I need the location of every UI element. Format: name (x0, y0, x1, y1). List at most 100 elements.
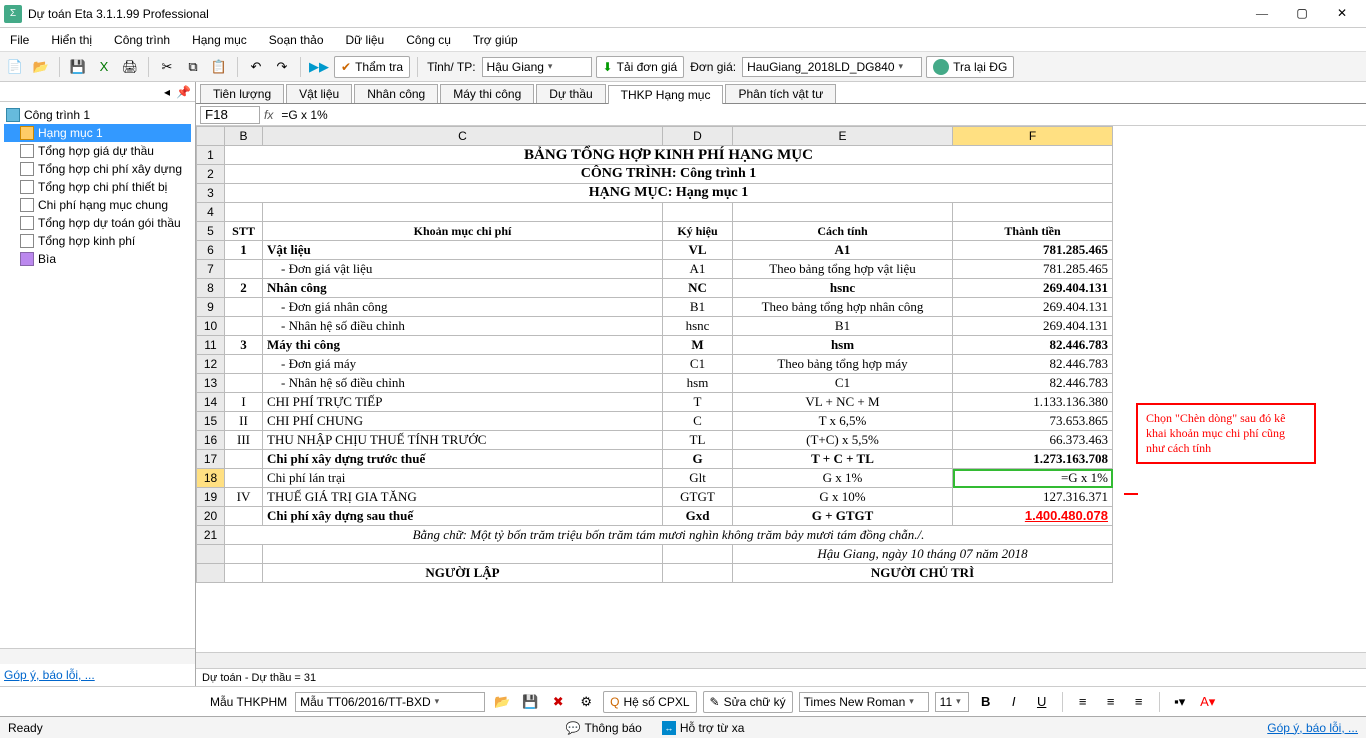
table-row[interactable]: 16IIITHU NHẬP CHỊU THUẾ TÍNH TRƯỚCTL(T+C… (197, 431, 1113, 450)
menu-Hạng mục[interactable]: Hạng mục (188, 31, 251, 49)
table-row[interactable]: 9 - Đơn giá nhân côngB1Theo bảng tổng hợ… (197, 298, 1113, 317)
dongia-dropdown[interactable]: HauGiang_2018LD_DG840 (742, 57, 922, 77)
sidebar-scrollbar[interactable] (0, 648, 195, 664)
tinh-label: Tỉnh/ TP: (427, 60, 475, 74)
table-row[interactable]: 17Chi phí xây dựng trước thuếGT + C + TL… (197, 450, 1113, 469)
kiemtra-button[interactable]: ✔ Thẩm tra (334, 56, 410, 78)
tree-item[interactable]: Tổng hợp chi phí thiết bị (4, 178, 191, 196)
table-row[interactable]: 10 - Nhân hệ số điều chỉnhhsncB1269.404.… (197, 317, 1113, 336)
minimize-button[interactable]: — (1242, 0, 1282, 28)
open2-icon[interactable]: 📂 (491, 691, 513, 713)
fontsize-dropdown[interactable]: 11 (935, 692, 969, 712)
gopy-link-left[interactable]: Góp ý, báo lỗi, ... (4, 668, 95, 682)
save-icon[interactable]: 💾 (67, 56, 89, 78)
menu-Công trình[interactable]: Công trình (110, 31, 174, 49)
table-row[interactable]: 18Chi phí lán trạiGltG x 1%=G x 1% (197, 469, 1113, 488)
maximize-button[interactable]: ▢ (1282, 0, 1322, 28)
tab[interactable]: THKP Hạng mục (608, 85, 724, 104)
col-header-C[interactable]: C (263, 127, 663, 146)
title-bar: Σ Dự toán Eta 3.1.1.99 Professional — ▢ … (0, 0, 1366, 28)
gear-icon[interactable]: ⚙ (575, 691, 597, 713)
tab[interactable]: Tiên lượng (200, 84, 284, 103)
save2-icon[interactable]: 💾 (519, 691, 541, 713)
new-icon[interactable]: 📄 (4, 56, 26, 78)
horizontal-scrollbar[interactable] (196, 652, 1366, 668)
align-center-icon[interactable]: ≡ (1100, 691, 1122, 713)
tab[interactable]: Dự thầu (536, 84, 605, 103)
fill-color-icon[interactable]: ▪▾ (1169, 691, 1191, 713)
menu-Soạn thảo[interactable]: Soạn thảo (265, 31, 328, 49)
tab[interactable]: Nhân công (354, 84, 438, 103)
menu-Dữ liệu[interactable]: Dữ liệu (342, 31, 389, 49)
col-header-E[interactable]: E (733, 127, 953, 146)
bold-icon[interactable]: B (975, 691, 997, 713)
delete-icon[interactable]: ✖ (547, 691, 569, 713)
cut-icon[interactable]: ✂ (156, 56, 178, 78)
paste-icon[interactable]: 📋 (208, 56, 230, 78)
print-icon[interactable]: 🖨 (119, 56, 141, 78)
hscpxl-button[interactable]: QHệ số CPXL (603, 691, 696, 713)
font-color-icon[interactable]: A▾ (1197, 691, 1219, 713)
app-icon: Σ (4, 5, 22, 23)
table-row[interactable]: 12 - Đơn giá máyC1Theo bảng tổng hợp máy… (197, 355, 1113, 374)
run-icon[interactable]: ▶▶ (308, 56, 330, 78)
tree-item[interactable]: Tổng hợp giá dự thầu (4, 142, 191, 160)
download-icon: ⬇ (603, 60, 613, 74)
sheet-sub1: CÔNG TRÌNH: Công trình 1 (225, 165, 1113, 184)
align-right-icon[interactable]: ≡ (1128, 691, 1150, 713)
refresh-icon (933, 59, 949, 75)
excel-icon[interactable]: X (93, 56, 115, 78)
fx-label: fx (264, 108, 273, 122)
table-row[interactable]: 7 - Đơn giá vật liệuA1Theo bảng tổng hợp… (197, 260, 1113, 279)
table-row[interactable]: 20Chi phí xây dựng sau thuếGxdG + GTGT1.… (197, 507, 1113, 526)
table-row[interactable]: 82Nhân côngNChsnc269.404.131 (197, 279, 1113, 298)
dongia-label: Đơn giá: (690, 60, 736, 74)
italic-icon[interactable]: I (1003, 691, 1025, 713)
table-row[interactable]: 13 - Nhân hệ số điều chỉnhhsmC182.446.78… (197, 374, 1113, 393)
cell-name-box[interactable] (200, 106, 260, 124)
tree-item[interactable]: Hạng mục 1 (4, 124, 191, 142)
tree-item[interactable]: Chi phí hạng mục chung (4, 196, 191, 214)
underline-icon[interactable]: U (1031, 691, 1053, 713)
doc-icon (20, 162, 34, 176)
mau-dropdown[interactable]: Mẫu TT06/2016/TT-BXD (295, 692, 485, 712)
open-icon[interactable]: 📂 (30, 56, 52, 78)
menu-Trợ giúp[interactable]: Trợ giúp (469, 31, 522, 49)
sheet-tabs: Tiên lượngVật liệuNhân côngMáy thi côngD… (196, 82, 1366, 104)
col-header-B[interactable]: B (225, 127, 263, 146)
sign-button[interactable]: ✎Sửa chữ ký (703, 691, 793, 713)
tab[interactable]: Vật liệu (286, 84, 352, 103)
tai-dongia-button[interactable]: ⬇ Tải đơn giá (596, 56, 685, 78)
menu-File[interactable]: File (6, 31, 33, 49)
bottom-toolbar: Mẫu THKPHM Mẫu TT06/2016/TT-BXD 📂 💾 ✖ ⚙ … (0, 686, 1366, 716)
tree-item[interactable]: Tổng hợp dự toán gói thầu (4, 214, 191, 232)
table-row[interactable]: 15IICHI PHÍ CHUNGCT x 6,5%73.653.865 (197, 412, 1113, 431)
close-button[interactable]: ✕ (1322, 0, 1362, 28)
table-row[interactable]: 14ICHI PHÍ TRỰC TIẾPTVL + NC + M1.133.13… (197, 393, 1113, 412)
undo-icon[interactable]: ↶ (245, 56, 267, 78)
tab[interactable]: Máy thi công (440, 84, 534, 103)
spreadsheet[interactable]: B C D E F 1BẢNG TỔNG HỢP KINH PHÍ HẠNG M… (196, 126, 1113, 583)
tree-item[interactable]: Tổng hợp kinh phí (4, 232, 191, 250)
copy-icon[interactable]: ⧉ (182, 56, 204, 78)
tab[interactable]: Phân tích vật tư (725, 84, 836, 103)
align-left-icon[interactable]: ≡ (1072, 691, 1094, 713)
redo-icon[interactable]: ↷ (271, 56, 293, 78)
tree-item[interactable]: Tổng hợp chi phí xây dựng (4, 160, 191, 178)
menu-Công cụ[interactable]: Công cụ (402, 31, 455, 49)
tinh-dropdown[interactable]: Hậu Giang (482, 57, 592, 77)
tra-lai-button[interactable]: Tra lại ĐG (926, 56, 1014, 78)
sheet-sub2: HẠNG MỤC: Hạng mục 1 (225, 184, 1113, 203)
tree-item[interactable]: Bìa (4, 250, 191, 268)
table-row[interactable]: 61Vật liệuVLA1781.285.465 (197, 241, 1113, 260)
font-dropdown[interactable]: Times New Roman (799, 692, 929, 712)
pin-icon[interactable]: 📌 (176, 85, 191, 99)
table-row[interactable]: 113Máy thi côngMhsm82.446.783 (197, 336, 1113, 355)
menu-Hiển thị[interactable]: Hiển thị (47, 31, 96, 49)
formula-input[interactable] (277, 106, 1362, 124)
chevron-left-icon[interactable]: ◂ (164, 85, 170, 99)
col-header-D[interactable]: D (663, 127, 733, 146)
tree-root[interactable]: Công trình 1 (4, 106, 191, 124)
col-header-F[interactable]: F (953, 127, 1113, 146)
table-row[interactable]: 19IVTHUẾ GIÁ TRỊ GIA TĂNGGTGTG x 10%127.… (197, 488, 1113, 507)
